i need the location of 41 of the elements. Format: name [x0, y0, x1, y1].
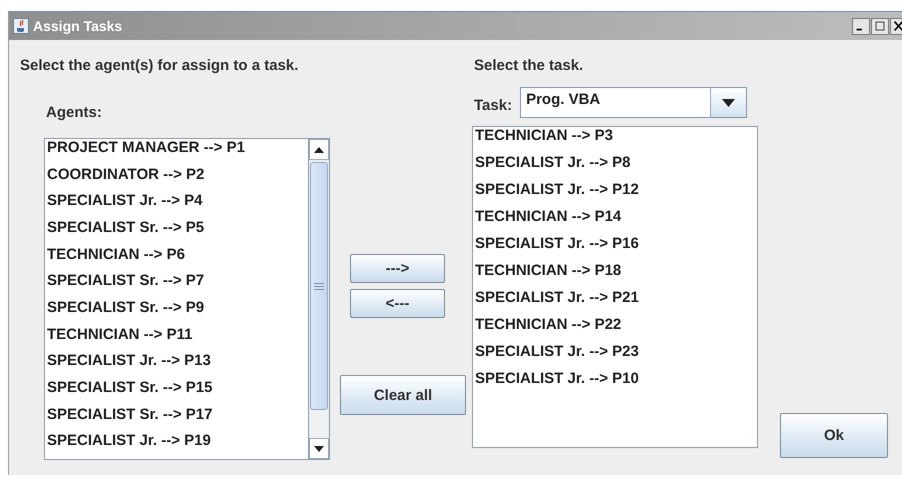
ok-button[interactable]: Ok [780, 413, 888, 458]
list-item[interactable]: SPECIALIST Jr. --> P4 [45, 192, 308, 220]
list-label: Agents: [46, 103, 103, 123]
remove-button[interactable]: <--- [350, 289, 445, 318]
list-item[interactable]: SPECIALIST Jr. --> P19 [45, 432, 308, 459]
task-label: Task: [474, 96, 512, 116]
list-item[interactable]: TECHNICIAN --> P11 [45, 326, 308, 352]
list-item[interactable]: TECHNICIAN --> P22 [473, 316, 757, 343]
list-item[interactable]: SPECIALIST Sr. --> P5 [45, 219, 308, 246]
list-item[interactable]: SPECIALIST Jr. --> P16 [473, 235, 757, 262]
list-item[interactable]: PROJECT MANAGER --> P1 [45, 139, 308, 166]
list-item[interactable]: TECHNICIAN --> P14 [473, 208, 757, 235]
task-dropdown[interactable]: Prog. VBA [520, 87, 748, 118]
down-arrow-icon[interactable] [314, 446, 324, 452]
list-item[interactable]: SPECIALIST Jr. --> P23 [473, 343, 757, 370]
clear-all-button[interactable]: Clear all [340, 375, 466, 415]
caret-icon[interactable] [722, 98, 736, 106]
instruction-text: Select the task. [474, 56, 584, 76]
list-item[interactable]: SPECIALIST Sr. --> P9 [45, 299, 308, 326]
maximize-icon[interactable] [871, 18, 889, 34]
window-title: Assign Tasks [33, 18, 122, 34]
list-item[interactable]: SPECIALIST Sr. --> P7 [45, 272, 308, 300]
list-item[interactable]: SPECIALIST Jr. --> P10 [473, 370, 757, 397]
scrollbar[interactable] [308, 139, 329, 459]
add-button[interactable]: ---> [350, 254, 445, 283]
list-item[interactable]: SPECIALIST Jr. --> P21 [473, 289, 757, 316]
scroll-thumb[interactable] [310, 162, 328, 410]
list-item[interactable]: TECHNICIAN --> P18 [473, 262, 757, 289]
grip-icon [314, 282, 324, 290]
list-item[interactable]: TECHNICIAN --> P3 [473, 127, 757, 154]
list-item[interactable]: SPECIALIST Jr. --> P13 [45, 352, 308, 380]
up-arrow-icon[interactable] [314, 146, 324, 152]
list-item[interactable]: SPECIALIST Jr. --> P12 [473, 181, 757, 208]
list-item[interactable]: TECHNICIAN --> P6 [45, 246, 308, 272]
instruction-text: Select the agent(s) for assign to a task. [20, 56, 300, 76]
minimize-icon[interactable] [852, 18, 870, 34]
list-item[interactable]: SPECIALIST Sr. --> P15 [45, 379, 308, 406]
cup-icon [13, 18, 29, 34]
list-item[interactable]: COORDINATOR --> P2 [45, 166, 308, 192]
list-item[interactable]: SPECIALIST Sr. --> P17 [45, 406, 308, 432]
list-item[interactable]: SPECIALIST Jr. --> P8 [473, 154, 757, 181]
